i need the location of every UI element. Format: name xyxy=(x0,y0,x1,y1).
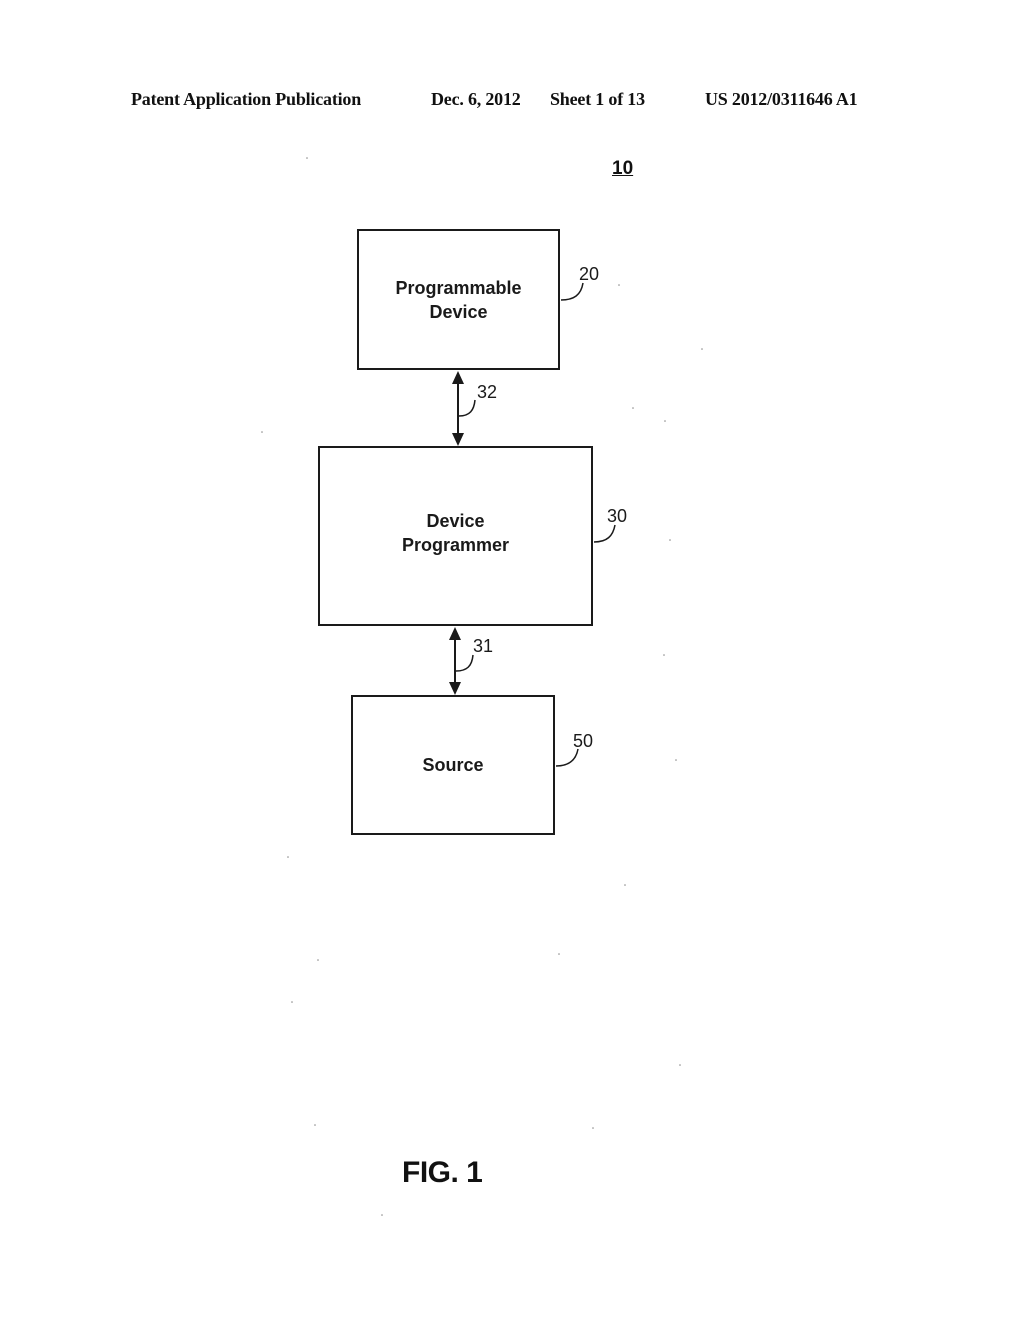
device-programmer-block: Device Programmer xyxy=(318,446,593,626)
sheet-number: Sheet 1 of 13 xyxy=(550,89,645,109)
arrowhead-down-icon xyxy=(452,433,464,446)
leader-line-31 xyxy=(455,654,474,672)
leader-line-20 xyxy=(560,282,584,301)
programmable-device-label: Programmable Device xyxy=(395,276,521,324)
bidirectional-arrow-31 xyxy=(449,627,461,695)
connection-31-ref: 31 xyxy=(473,636,494,656)
diagram-connectors xyxy=(261,157,703,1216)
device-programmer-label: Device Programmer xyxy=(402,509,509,557)
programmable-device-block: Programmable Device xyxy=(357,229,560,370)
programmable-device-ref: 20 xyxy=(579,264,600,284)
arrowhead-down-icon xyxy=(449,682,461,695)
programmable-device-label-line2: Device xyxy=(429,301,488,322)
source-label: Source xyxy=(422,753,483,777)
system-reference-number: 10 xyxy=(612,158,634,179)
publication-number: US 2012/0311646 A1 xyxy=(705,89,858,109)
figure-caption: FIG. 1 xyxy=(402,1156,483,1189)
arrowhead-up-icon xyxy=(452,371,464,384)
source-ref: 50 xyxy=(573,731,594,751)
publication-type: Patent Application Publication xyxy=(131,89,362,109)
source-label-line1: Source xyxy=(422,755,484,775)
leader-line-32 xyxy=(458,399,476,417)
publication-date: Dec. 6, 2012 xyxy=(431,89,521,109)
leader-line-30 xyxy=(593,524,616,543)
connection-32-ref: 32 xyxy=(477,382,498,402)
bidirectional-arrow-32 xyxy=(452,371,464,446)
device-programmer-label-line2: Programmer xyxy=(401,535,510,555)
device-programmer-ref: 30 xyxy=(607,506,628,526)
programmable-device-label-line1: Programmable xyxy=(395,277,522,298)
source-block: Source xyxy=(351,695,555,835)
device-programmer-label-line1: Device xyxy=(426,511,485,531)
arrowhead-up-icon xyxy=(449,627,461,640)
